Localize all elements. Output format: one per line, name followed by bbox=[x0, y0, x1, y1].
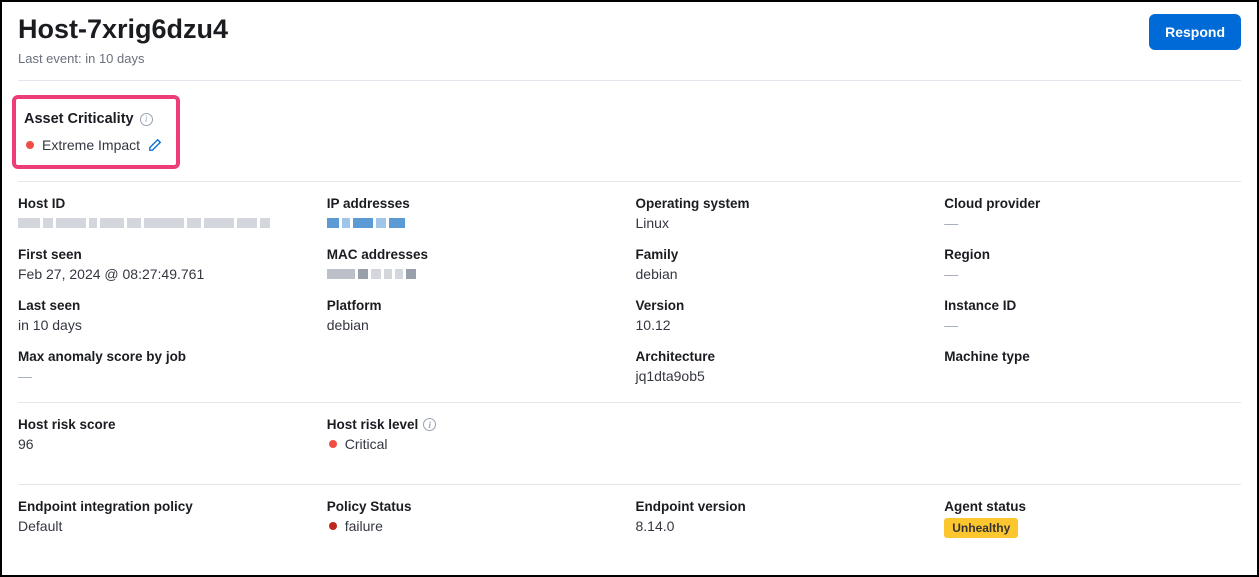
os-value: Linux bbox=[636, 215, 933, 231]
instance-id-label: Instance ID bbox=[944, 298, 1241, 313]
agent-status-badge: Unhealthy bbox=[944, 518, 1018, 538]
host-risk-level-value: Critical bbox=[345, 436, 388, 452]
architecture-value: jq1dta9ob5 bbox=[636, 368, 933, 384]
page-title: Host-7xrig6dzu4 bbox=[18, 14, 228, 45]
agent-status-label: Agent status bbox=[944, 499, 1241, 514]
version-value: 10.12 bbox=[636, 317, 933, 333]
policy-status-label: Policy Status bbox=[327, 499, 624, 514]
last-seen-label: Last seen bbox=[18, 298, 315, 313]
asset-criticality-panel: Asset Criticality i Extreme Impact bbox=[12, 95, 180, 169]
host-risk-score-label: Host risk score bbox=[18, 417, 315, 432]
ip-addresses-value-redacted bbox=[327, 215, 624, 231]
edit-icon[interactable] bbox=[148, 138, 162, 152]
respond-button[interactable]: Respond bbox=[1149, 14, 1241, 50]
machine-type-label: Machine type bbox=[944, 349, 1241, 364]
mac-addresses-label: MAC addresses bbox=[327, 247, 624, 262]
instance-id-value: — bbox=[944, 317, 1241, 333]
first-seen-value: Feb 27, 2024 @ 08:27:49.761 bbox=[18, 266, 315, 282]
endpoint-policy-label: Endpoint integration policy bbox=[18, 499, 315, 514]
last-seen-value: in 10 days bbox=[18, 317, 315, 333]
max-anomaly-label: Max anomaly score by job bbox=[18, 349, 315, 364]
policy-status-value: failure bbox=[345, 518, 383, 534]
os-label: Operating system bbox=[636, 196, 933, 211]
architecture-label: Architecture bbox=[636, 349, 933, 364]
family-value: debian bbox=[636, 266, 933, 282]
info-icon[interactable]: i bbox=[140, 113, 153, 126]
endpoint-version-label: Endpoint version bbox=[636, 499, 933, 514]
family-label: Family bbox=[636, 247, 933, 262]
cloud-provider-label: Cloud provider bbox=[944, 196, 1241, 211]
status-dot-icon bbox=[329, 522, 337, 530]
host-id-value-redacted bbox=[18, 215, 315, 231]
platform-value: debian bbox=[327, 317, 624, 333]
endpoint-policy-value: Default bbox=[18, 518, 315, 534]
divider bbox=[18, 80, 1241, 81]
last-event-text: Last event: in 10 days bbox=[18, 51, 228, 66]
endpoint-version-value: 8.14.0 bbox=[636, 518, 933, 534]
mac-addresses-value-redacted bbox=[327, 266, 624, 282]
first-seen-label: First seen bbox=[18, 247, 315, 262]
info-icon[interactable]: i bbox=[423, 418, 436, 431]
criticality-dot-icon bbox=[26, 141, 34, 149]
asset-criticality-value: Extreme Impact bbox=[42, 137, 140, 153]
host-id-label: Host ID bbox=[18, 196, 315, 211]
host-risk-score-value: 96 bbox=[18, 436, 315, 452]
platform-label: Platform bbox=[327, 298, 624, 313]
cloud-provider-value: — bbox=[944, 215, 1241, 231]
asset-criticality-label: Asset Criticality bbox=[24, 111, 134, 127]
max-anomaly-value: — bbox=[18, 368, 315, 384]
host-risk-level-label: Host risk level bbox=[327, 417, 419, 432]
ip-addresses-label: IP addresses bbox=[327, 196, 624, 211]
region-value: — bbox=[944, 266, 1241, 282]
risk-dot-icon bbox=[329, 440, 337, 448]
version-label: Version bbox=[636, 298, 933, 313]
region-label: Region bbox=[944, 247, 1241, 262]
